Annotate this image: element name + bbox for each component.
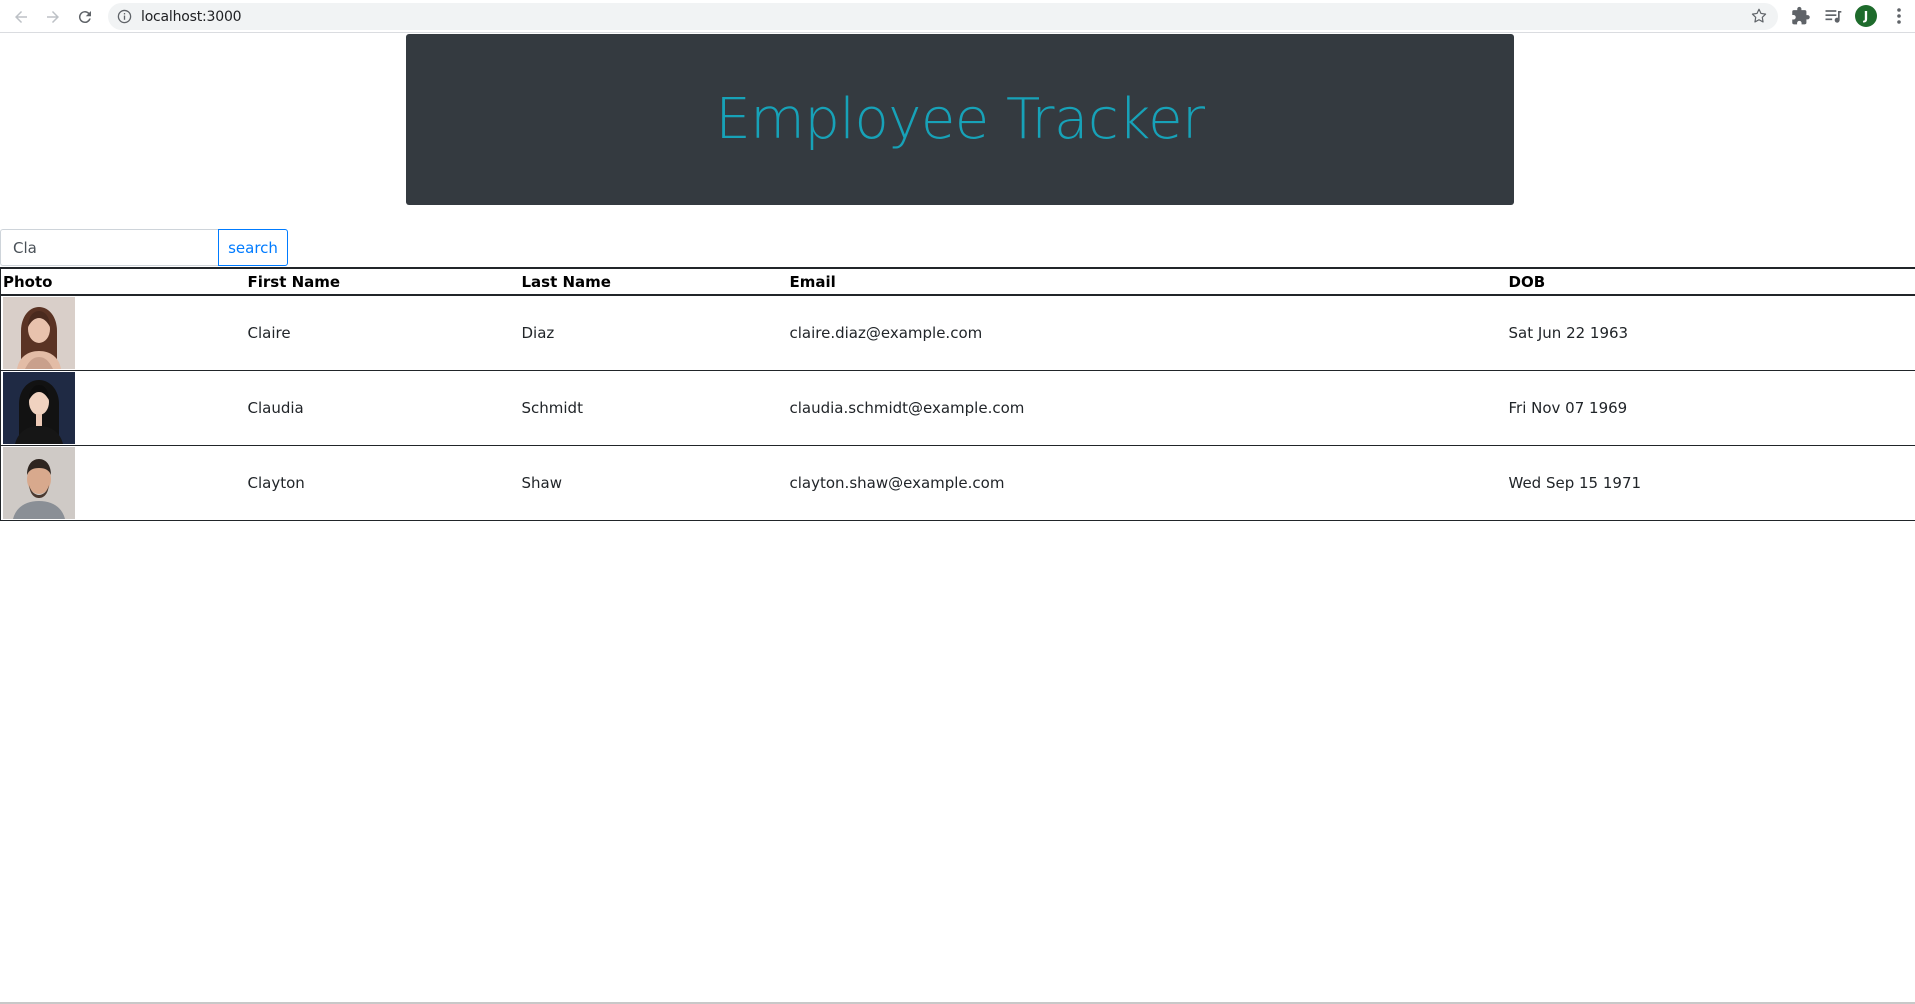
reload-button[interactable] [73, 5, 97, 29]
photo-cell [0, 295, 246, 371]
arrow-left-icon [15, 11, 27, 23]
table-row: Claire Diaz claire.diaz@example.com Sat … [0, 295, 1915, 371]
column-header-photo[interactable]: Photo [0, 267, 246, 296]
page-title: Employee Tracker [715, 87, 1205, 152]
column-header-dob[interactable]: DOB [1506, 267, 1915, 296]
employee-table: Photo First Name Last Name Email DOB Cla… [0, 267, 1915, 521]
photo-cell [0, 370, 246, 446]
table-header-row: Photo First Name Last Name Email DOB [0, 267, 1915, 296]
bookmark-star-icon[interactable] [1750, 7, 1768, 25]
url-text: localhost:3000 [141, 9, 242, 25]
table-row: Clayton Shaw clayton.shaw@example.com We… [0, 445, 1915, 521]
employee-photo [3, 447, 75, 519]
dob-cell: Sat Jun 22 1963 [1506, 295, 1915, 371]
browser-toolbar: localhost:3000 J [0, 0, 1915, 33]
first-name-cell: Claire [245, 295, 520, 371]
profile-avatar[interactable]: J [1855, 5, 1877, 27]
column-header-first-name[interactable]: First Name [245, 267, 520, 296]
search-input[interactable] [0, 229, 218, 266]
last-name-cell: Shaw [519, 445, 788, 521]
forward-button[interactable] [41, 5, 65, 29]
first-name-cell: Claudia [245, 370, 520, 446]
extensions-puzzle-icon[interactable] [1791, 6, 1811, 26]
search-form: search [0, 229, 288, 266]
column-header-last-name[interactable]: Last Name [519, 267, 788, 296]
last-name-cell: Schmidt [519, 370, 788, 446]
email-cell: claudia.schmidt@example.com [787, 370, 1507, 446]
media-queue-icon[interactable] [1823, 6, 1843, 26]
last-name-cell: Diaz [519, 295, 788, 371]
reload-icon [78, 11, 91, 24]
first-name-cell: Clayton [245, 445, 520, 521]
column-header-email[interactable]: Email [787, 267, 1507, 296]
email-cell: claire.diaz@example.com [787, 295, 1507, 371]
info-icon[interactable] [117, 9, 132, 24]
dob-cell: Wed Sep 15 1971 [1506, 445, 1915, 521]
search-button[interactable]: search [218, 229, 288, 266]
more-menu-icon[interactable] [1893, 6, 1905, 26]
photo-cell [0, 445, 246, 521]
arrow-right-icon [47, 11, 59, 23]
employee-photo [3, 372, 75, 444]
dob-cell: Fri Nov 07 1969 [1506, 370, 1915, 446]
employee-photo [3, 297, 75, 370]
header-banner: Employee Tracker [406, 34, 1514, 205]
back-button[interactable] [9, 5, 33, 29]
email-cell: clayton.shaw@example.com [787, 445, 1507, 521]
address-bar[interactable]: localhost:3000 [108, 3, 1778, 30]
table-row: Claudia Schmidt claudia.schmidt@example.… [0, 370, 1915, 446]
